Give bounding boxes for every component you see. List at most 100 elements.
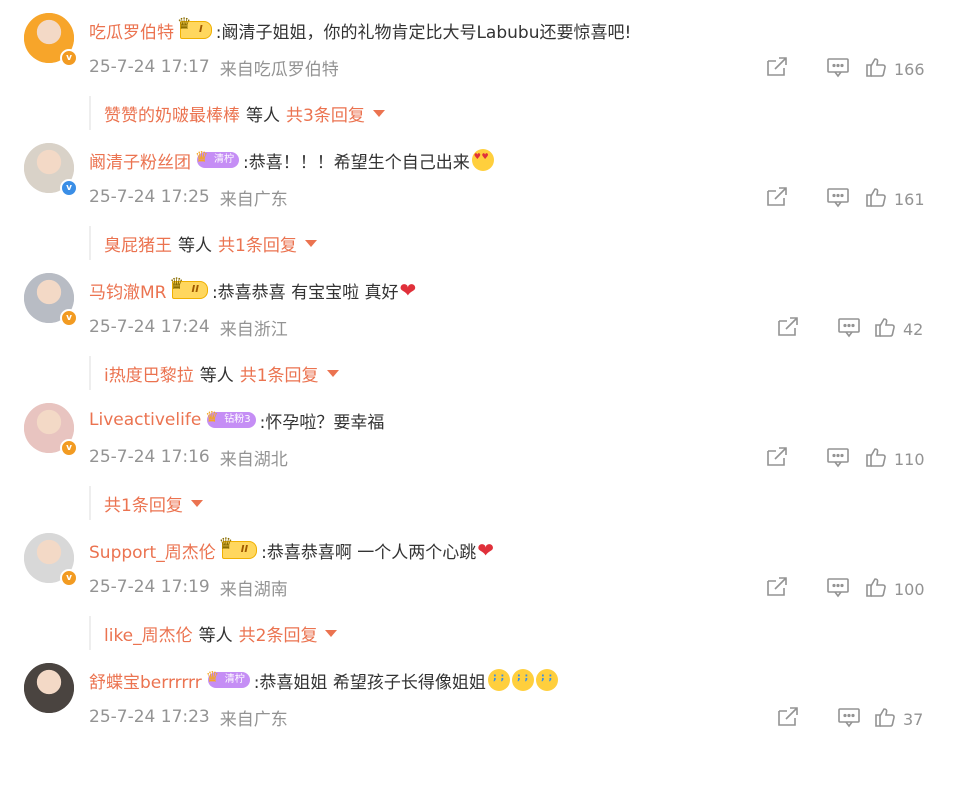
crown-icon: ♛	[195, 148, 209, 166]
comment-text: :恭喜恭喜啊 一个人两个心跳	[261, 542, 477, 563]
comment-source: 来自浙江	[219, 319, 288, 340]
reply-user-link[interactable]: 臭屁猪王	[104, 231, 172, 256]
comment-header: 吃瓜罗伯特 ♛ I:阚清子姐姐，你的礼物肯定比大号Labubu还要惊喜吧!	[89, 15, 631, 45]
comment-text: :恭喜姐姐 希望孩子长得像姐姐	[253, 672, 486, 693]
reply-others-label: 等人	[246, 105, 280, 126]
avatar[interactable]: v	[24, 533, 78, 587]
reply-button[interactable]	[826, 186, 850, 212]
reply-summary[interactable]: i热度巴黎拉 等人 共1条回复	[89, 356, 963, 390]
avatar[interactable]: v	[24, 143, 78, 197]
like-count: 161	[894, 189, 925, 209]
share-icon	[765, 186, 789, 212]
comment-source: 来自湖南	[219, 579, 288, 600]
heart-eyes-emoji-icon	[471, 149, 494, 171]
red-heart-emoji-icon: ❤	[399, 278, 417, 302]
username-link[interactable]: 马钧澈MR	[89, 278, 166, 303]
reply-summary[interactable]: 共1条回复	[89, 486, 963, 520]
comment-date: 25-7-24 17:24	[89, 317, 210, 337]
comment-text: :恭喜！！！希望生个自己出来	[243, 152, 470, 173]
fan-badge[interactable]: ♛ 清柠	[195, 148, 239, 168]
reply-count-link[interactable]: 共1条回复	[104, 491, 183, 516]
chevron-down-icon[interactable]	[325, 629, 338, 637]
comment-source: 来自广东	[219, 709, 288, 730]
reply-button[interactable]	[837, 316, 861, 342]
reply-others-label: 等人	[199, 365, 234, 386]
chevron-down-icon[interactable]	[326, 369, 339, 377]
like-count: 42	[903, 319, 924, 339]
comment-source: 来自湖北	[219, 449, 288, 470]
share-button[interactable]	[765, 576, 789, 602]
like-button[interactable]: 37	[873, 706, 923, 732]
comment-header: 马钧澈MR ♛ II:恭喜恭喜 有宝宝啦 真好 ❤	[89, 275, 416, 305]
comment-date: 25-7-24 17:17	[89, 57, 210, 77]
like-count: 166	[894, 59, 925, 79]
reply-others-label: 等人	[178, 235, 212, 256]
crown-icon: ♛	[218, 534, 234, 553]
like-button[interactable]: 42	[873, 316, 923, 342]
comment-icon	[826, 186, 850, 212]
verified-orange-icon: v	[60, 49, 78, 67]
comment-date: 25-7-24 17:19	[89, 577, 210, 597]
like-button[interactable]: 110	[864, 446, 925, 472]
reply-summary[interactable]: 臭屁猪王 等人 共1条回复	[89, 226, 963, 260]
fan-badge[interactable]: ♛ 清柠	[206, 669, 250, 688]
share-icon	[765, 56, 789, 82]
share-button[interactable]	[765, 186, 789, 212]
like-button[interactable]: 100	[864, 576, 925, 602]
vip-badge[interactable]: ♛ II	[219, 536, 258, 559]
comment-text: :阚清子姐姐，你的礼物肯定比大号Labubu还要惊喜吧!	[215, 22, 632, 43]
verified-orange-icon: v	[60, 569, 78, 587]
reply-count-link[interactable]: 共1条回复	[218, 231, 297, 256]
avatar[interactable]: v	[24, 403, 78, 457]
like-button[interactable]: 161	[864, 186, 925, 212]
like-icon	[864, 56, 888, 82]
comment-meta: 25-7-24 17:16 来自湖北	[89, 443, 288, 471]
crying-emoji-icon	[487, 669, 510, 691]
username-link[interactable]: Liveactivelife	[89, 410, 201, 430]
reply-button[interactable]	[837, 706, 861, 732]
share-icon	[765, 446, 789, 472]
avatar[interactable]	[24, 663, 74, 713]
reply-summary[interactable]: 赞赞的奶啵最棒棒 等人 共3条回复	[89, 96, 963, 130]
comment-item: v 吃瓜罗伯特 ♛ I:阚清子姐姐，你的礼物肯定比大号Labubu还要惊喜吧! 25-7…	[0, 13, 963, 143]
share-button[interactable]	[765, 446, 789, 472]
comment-date: 25-7-24 17:25	[89, 187, 210, 207]
reply-count-link[interactable]: 共1条回复	[240, 361, 319, 386]
verified-blue-icon: v	[60, 179, 78, 197]
reply-button[interactable]	[826, 576, 850, 602]
comment-meta: 25-7-24 17:24 来自浙江	[89, 313, 288, 341]
reply-user-link[interactable]: like_周杰伦	[104, 621, 193, 646]
share-icon	[765, 576, 789, 602]
avatar[interactable]: v	[24, 13, 78, 67]
reply-user-link[interactable]: i热度巴黎拉	[104, 361, 194, 386]
comment-icon	[837, 706, 861, 732]
reply-summary[interactable]: like_周杰伦 等人 共2条回复	[89, 616, 963, 650]
like-button[interactable]: 166	[864, 56, 925, 82]
reply-button[interactable]	[826, 446, 850, 472]
like-icon	[864, 186, 888, 212]
comment-date: 25-7-24 17:23	[89, 707, 210, 727]
comment-item: v Support_周杰伦 ♛ II:恭喜恭喜啊 一个人两个心跳 ❤ 25-7-24 17…	[0, 533, 963, 663]
username-link[interactable]: 吃瓜罗伯特	[89, 18, 174, 43]
share-button[interactable]	[776, 706, 800, 732]
comment-header: 阚清子粉丝团 ♛ 清柠:恭喜！！！希望生个自己出来	[89, 145, 494, 175]
reply-button[interactable]	[826, 56, 850, 82]
share-button[interactable]	[765, 56, 789, 82]
fan-badge[interactable]: ♛ 钻粉3	[205, 409, 256, 428]
comment-item: 舒蝶宝berrrrrr♛清柠:恭喜姐姐 希望孩子长得像姐姐 25-7-24 17…	[0, 663, 963, 793]
reply-count-link[interactable]: 共3条回复	[286, 101, 365, 126]
like-count: 110	[894, 449, 925, 469]
share-button[interactable]	[776, 316, 800, 342]
username-link[interactable]: Support_周杰伦	[89, 538, 216, 563]
vip-badge[interactable]: ♛ I	[177, 16, 212, 39]
reply-count-link[interactable]: 共2条回复	[239, 621, 318, 646]
vip-badge[interactable]: ♛ II	[169, 276, 208, 299]
reply-user-link[interactable]: 赞赞的奶啵最棒棒	[104, 101, 240, 126]
chevron-down-icon[interactable]	[190, 499, 203, 507]
chevron-down-icon[interactable]	[304, 239, 317, 247]
chevron-down-icon[interactable]	[372, 109, 385, 117]
username-link[interactable]: 阚清子粉丝团	[89, 148, 191, 173]
comment-header: Liveactivelife ♛ 钻粉3:怀孕啦？要幸福	[89, 405, 384, 435]
username-link[interactable]: 舒蝶宝berrrrrr	[89, 668, 202, 693]
avatar[interactable]: v	[24, 273, 78, 327]
